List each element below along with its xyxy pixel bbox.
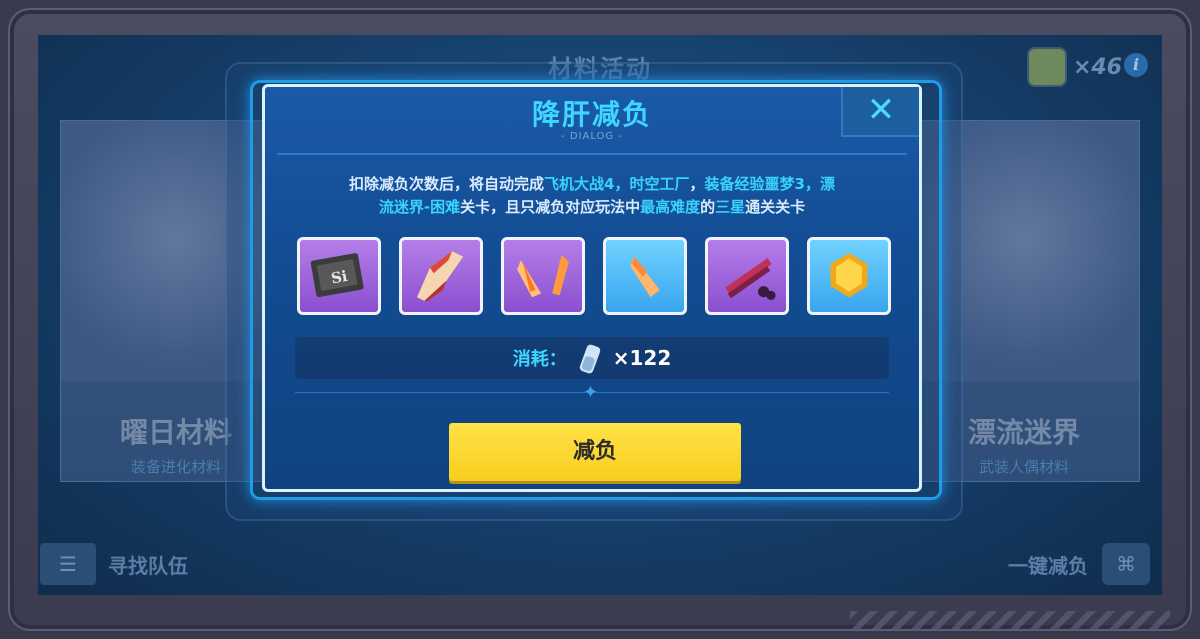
desc-text: 通关关卡 — [745, 198, 806, 216]
desc-highlight: 最高难度 — [640, 198, 701, 216]
quick-sweep-label: 一键减负 — [1008, 553, 1088, 578]
sweep-button[interactable]: 减负 — [449, 423, 741, 481]
cost-value: ×122 — [612, 346, 672, 370]
dialog-title: 降肝减负 — [531, 98, 652, 131]
currency-display: ×46 — [1026, 47, 1122, 87]
sweep-dialog: 降肝减负 - DIALOG - ✕ 扣除减负次数后，将自动完成飞机大战4，时空工… — [262, 84, 922, 492]
frame-decoration — [850, 611, 1170, 629]
info-icon[interactable]: i — [1124, 53, 1148, 77]
reward-items: Si — [297, 237, 891, 317]
svg-text:Si: Si — [330, 268, 349, 288]
shard-icon — [417, 251, 464, 301]
stamina-vial-icon — [579, 344, 600, 374]
desc-highlight: 装备经验噩梦3，漂 — [704, 175, 835, 193]
find-team-label: 寻找队伍 — [108, 553, 188, 578]
quick-sweep-button[interactable]: 一键减负 ⌘ — [1008, 543, 1150, 585]
orange-crystals-item[interactable] — [501, 237, 585, 315]
find-team-button[interactable]: ☰ 寻找队伍 — [40, 543, 188, 585]
currency-count: ×46 — [1072, 54, 1122, 80]
desc-highlight: 飞机大战4，时空工厂 — [544, 175, 690, 193]
cost-bar: 消耗： ×122 — [295, 337, 889, 379]
gold-coin-item[interactable] — [807, 237, 891, 315]
desc-text: 扣除减负次数后，将自动完成 — [349, 175, 545, 193]
desc-highlight: 流迷界-困难 — [378, 198, 461, 216]
crystal-icon — [630, 256, 660, 298]
si-chip-item[interactable]: Si — [297, 237, 381, 315]
header-divider — [277, 153, 907, 155]
gamepad-icon: ⌘ — [1102, 543, 1150, 585]
desc-text: 的 — [700, 198, 716, 216]
close-button[interactable]: ✕ — [841, 87, 919, 137]
red-blades-item[interactable] — [705, 237, 789, 315]
desc-highlight: 三星 — [715, 198, 746, 216]
coin-icon — [830, 252, 868, 298]
blades-icon — [725, 258, 776, 300]
sparkle-icon: ✦ — [583, 382, 599, 403]
desc-text: 关卡，且只减负对应玩法中 — [460, 198, 641, 216]
avatar — [1026, 47, 1067, 87]
cost-label: 消耗： — [512, 349, 567, 370]
red-shard-item[interactable] — [399, 237, 483, 315]
dialog-description: 扣除减负次数后，将自动完成飞机大战4，时空工厂，装备经验噩梦3，漂 流迷界-困难… — [295, 173, 889, 219]
desc-text: ， — [689, 175, 705, 193]
chip-icon: Si — [310, 253, 364, 297]
dialog-subtitle: - DIALOG - — [561, 131, 623, 142]
close-icon: ✕ — [866, 90, 896, 130]
orange-crystal-item[interactable] — [603, 237, 687, 315]
crystals-icon — [517, 254, 569, 298]
team-icon: ☰ — [40, 543, 96, 585]
